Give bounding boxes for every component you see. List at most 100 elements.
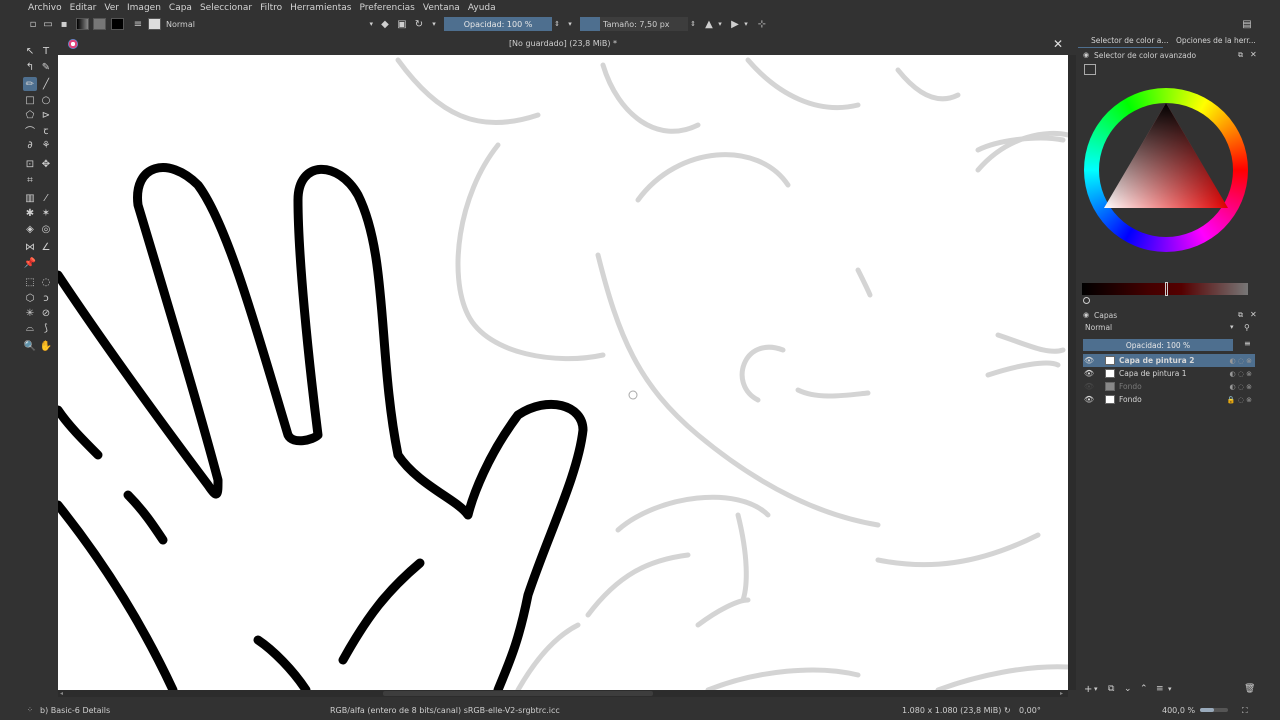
transform-tool-icon[interactable]: ⊡	[23, 157, 37, 171]
pattern-swatch[interactable]	[93, 18, 106, 30]
layer-row[interactable]: 👁 Capa de pintura 1 ◐ ◌ ⊗	[1083, 367, 1255, 380]
gradient-tool-icon[interactable]: ▥	[23, 191, 37, 205]
rectangle-tool-icon[interactable]: □	[23, 93, 37, 107]
rotation-icon[interactable]: ↻	[1004, 706, 1011, 715]
menu-editar[interactable]: Editar	[70, 3, 97, 13]
smart-patch-icon[interactable]: ✶	[39, 206, 53, 220]
panel-lock-icon[interactable]: ◉	[1083, 311, 1089, 319]
brush-settings-icon[interactable]: ≡	[132, 17, 144, 31]
edit-shapes-icon[interactable]: ↰	[23, 60, 37, 74]
layer-flags-icon[interactable]: ◐ ◌ ⊗	[1229, 383, 1255, 391]
chevron-down-icon[interactable]: ▾	[1168, 685, 1172, 693]
menu-ventana[interactable]: Ventana	[423, 3, 460, 13]
panel-lock-icon[interactable]: ◉	[1083, 51, 1089, 59]
new-document-icon[interactable]: ▫	[27, 17, 39, 31]
eye-icon[interactable]: 👁	[1083, 356, 1095, 365]
chevron-down-icon[interactable]: ▾	[566, 17, 574, 31]
menu-preferencias[interactable]: Preferencias	[359, 3, 414, 13]
rotation-value[interactable]: 0,00°	[1019, 706, 1041, 715]
ellipse-select-icon[interactable]: ◌	[39, 275, 53, 289]
close-icon[interactable]: ✕	[1053, 37, 1063, 51]
crop-tool-icon[interactable]: ⌗	[23, 173, 37, 187]
gradient-swatch[interactable]	[76, 18, 89, 30]
menu-imagen[interactable]: Imagen	[127, 3, 161, 13]
multibrush-icon[interactable]: ⚘	[39, 138, 53, 152]
canvas[interactable]	[58, 55, 1068, 690]
chevron-down-icon[interactable]: ▾	[430, 17, 438, 31]
polygon-select-icon[interactable]: ⬡	[23, 291, 37, 305]
layer-row[interactable]: 👁 Fondo 🔒 ◌ ⊗	[1083, 393, 1255, 406]
color-slider-handle[interactable]	[1165, 282, 1168, 296]
menu-seleccionar[interactable]: Seleccionar	[200, 3, 252, 13]
fill-tool-icon[interactable]: ◈	[23, 222, 37, 236]
fullscreen-icon[interactable]: ⛶	[1242, 706, 1248, 716]
wrap-around-icon[interactable]: ⊹	[756, 17, 768, 31]
chevron-down-icon[interactable]: ▾	[1230, 323, 1234, 331]
chevron-down-icon[interactable]: ▾	[1094, 685, 1098, 693]
contiguous-select-icon[interactable]: ✳	[23, 306, 37, 320]
open-document-icon[interactable]: ▭	[42, 17, 54, 31]
mirror-vertical-icon[interactable]: ▶	[729, 17, 741, 31]
opacity-spin-icon[interactable]: ⇕	[553, 17, 561, 31]
eraser-mode-icon[interactable]: ◆	[379, 17, 391, 31]
scroll-left-icon[interactable]: ◂	[60, 690, 63, 697]
brush-preset-name[interactable]: b) Basic-6 Details	[40, 706, 110, 715]
menu-capa[interactable]: Capa	[169, 3, 192, 13]
chevron-down-icon[interactable]: ▾	[742, 17, 750, 31]
similar-select-icon[interactable]: ⊘	[39, 306, 53, 320]
line-tool-icon[interactable]: ╱	[39, 77, 53, 91]
opacity-slider[interactable]: Opacidad: 100 %	[444, 17, 552, 31]
float-panel-icon[interactable]: ⧉	[1238, 51, 1243, 60]
pan-tool-icon[interactable]: ✋	[39, 339, 53, 353]
layer-row[interactable]: 👁 Capa de pintura 2 ◐ ◌ ⊗	[1083, 354, 1255, 367]
layer-flags-icon[interactable]: ◐ ◌ ⊗	[1229, 370, 1255, 378]
assistant-tool-icon[interactable]: ⋈	[23, 240, 37, 254]
layer-blend-mode-select[interactable]: Normal	[1083, 323, 1233, 335]
lock-icon[interactable]: 🔒 ◌ ⊗	[1227, 396, 1255, 404]
blend-mode-select[interactable]: Normal ▾	[163, 17, 373, 31]
freehand-path-icon[interactable]: ꞇ	[39, 123, 53, 137]
layer-properties-icon[interactable]: ≡	[1156, 684, 1164, 694]
layer-flags-icon[interactable]: ◐ ◌ ⊗	[1229, 357, 1255, 365]
reference-tool-icon[interactable]: 📌	[23, 256, 37, 270]
close-icon[interactable]: ✕	[1250, 50, 1257, 59]
float-panel-icon[interactable]: ⧉	[1238, 311, 1243, 320]
document-tab[interactable]: [No guardado] (23,8 MiB) * ✕	[58, 36, 1068, 54]
calligraphy-icon[interactable]: ✎	[39, 60, 53, 74]
dynamic-brush-icon[interactable]: ∂	[23, 138, 37, 152]
bezier-select-icon[interactable]: ⌓	[23, 321, 37, 335]
freehand-select-icon[interactable]: ↄ	[39, 291, 53, 305]
layer-menu-icon[interactable]: ≡	[1244, 339, 1251, 348]
layer-opacity-slider[interactable]: Opacidad: 100 %	[1083, 339, 1233, 351]
chevron-down-icon[interactable]: ▾	[716, 17, 724, 31]
horizontal-scroll-thumb[interactable]	[383, 691, 653, 696]
horizontal-scrollbar[interactable]: ◂ ▸	[58, 690, 1068, 697]
move-tool-icon[interactable]: ✥	[39, 157, 53, 171]
brush-size-slider[interactable]: Tamaño: 7,50 px	[580, 17, 688, 31]
select-shapes-icon[interactable]: ↖	[23, 44, 37, 58]
size-spin-icon[interactable]: ⇕	[689, 17, 697, 31]
duplicate-layer-icon[interactable]: ⧉	[1108, 684, 1114, 694]
zoom-tool-icon[interactable]: 🔍	[23, 339, 37, 353]
measure-tool-icon[interactable]: ∠	[39, 240, 53, 254]
tab-color-selector[interactable]: Selector de color a...	[1091, 36, 1169, 45]
saturation-value-triangle[interactable]	[1084, 88, 1248, 252]
close-icon[interactable]: ✕	[1250, 310, 1257, 319]
reload-preset-icon[interactable]: ↻	[413, 17, 425, 31]
delete-layer-icon[interactable]: 🗑	[1244, 684, 1255, 694]
eye-icon[interactable]: 👁	[1083, 382, 1095, 391]
menu-ver[interactable]: Ver	[104, 3, 119, 13]
tab-tool-options[interactable]: Opciones de la herr...	[1176, 36, 1256, 45]
vertical-scrollbar[interactable]	[1068, 55, 1076, 690]
eye-icon[interactable]: 👁	[1083, 369, 1095, 378]
filter-icon[interactable]: ⚲	[1244, 323, 1250, 332]
alpha-lock-icon[interactable]: ▣	[396, 17, 408, 31]
save-icon[interactable]: ▪	[58, 17, 70, 31]
menu-herramientas[interactable]: Herramientas	[290, 3, 351, 13]
zoom-value[interactable]: 400,0 %	[1162, 706, 1195, 715]
workspace-icon[interactable]: ▤	[1240, 17, 1254, 31]
layer-row[interactable]: 👁 Fondo ◐ ◌ ⊗	[1083, 380, 1255, 393]
polyline-tool-icon[interactable]: ⊳	[39, 108, 53, 122]
color-settings-icon[interactable]	[1084, 64, 1096, 75]
move-layer-down-icon[interactable]: ⌄	[1124, 684, 1132, 694]
